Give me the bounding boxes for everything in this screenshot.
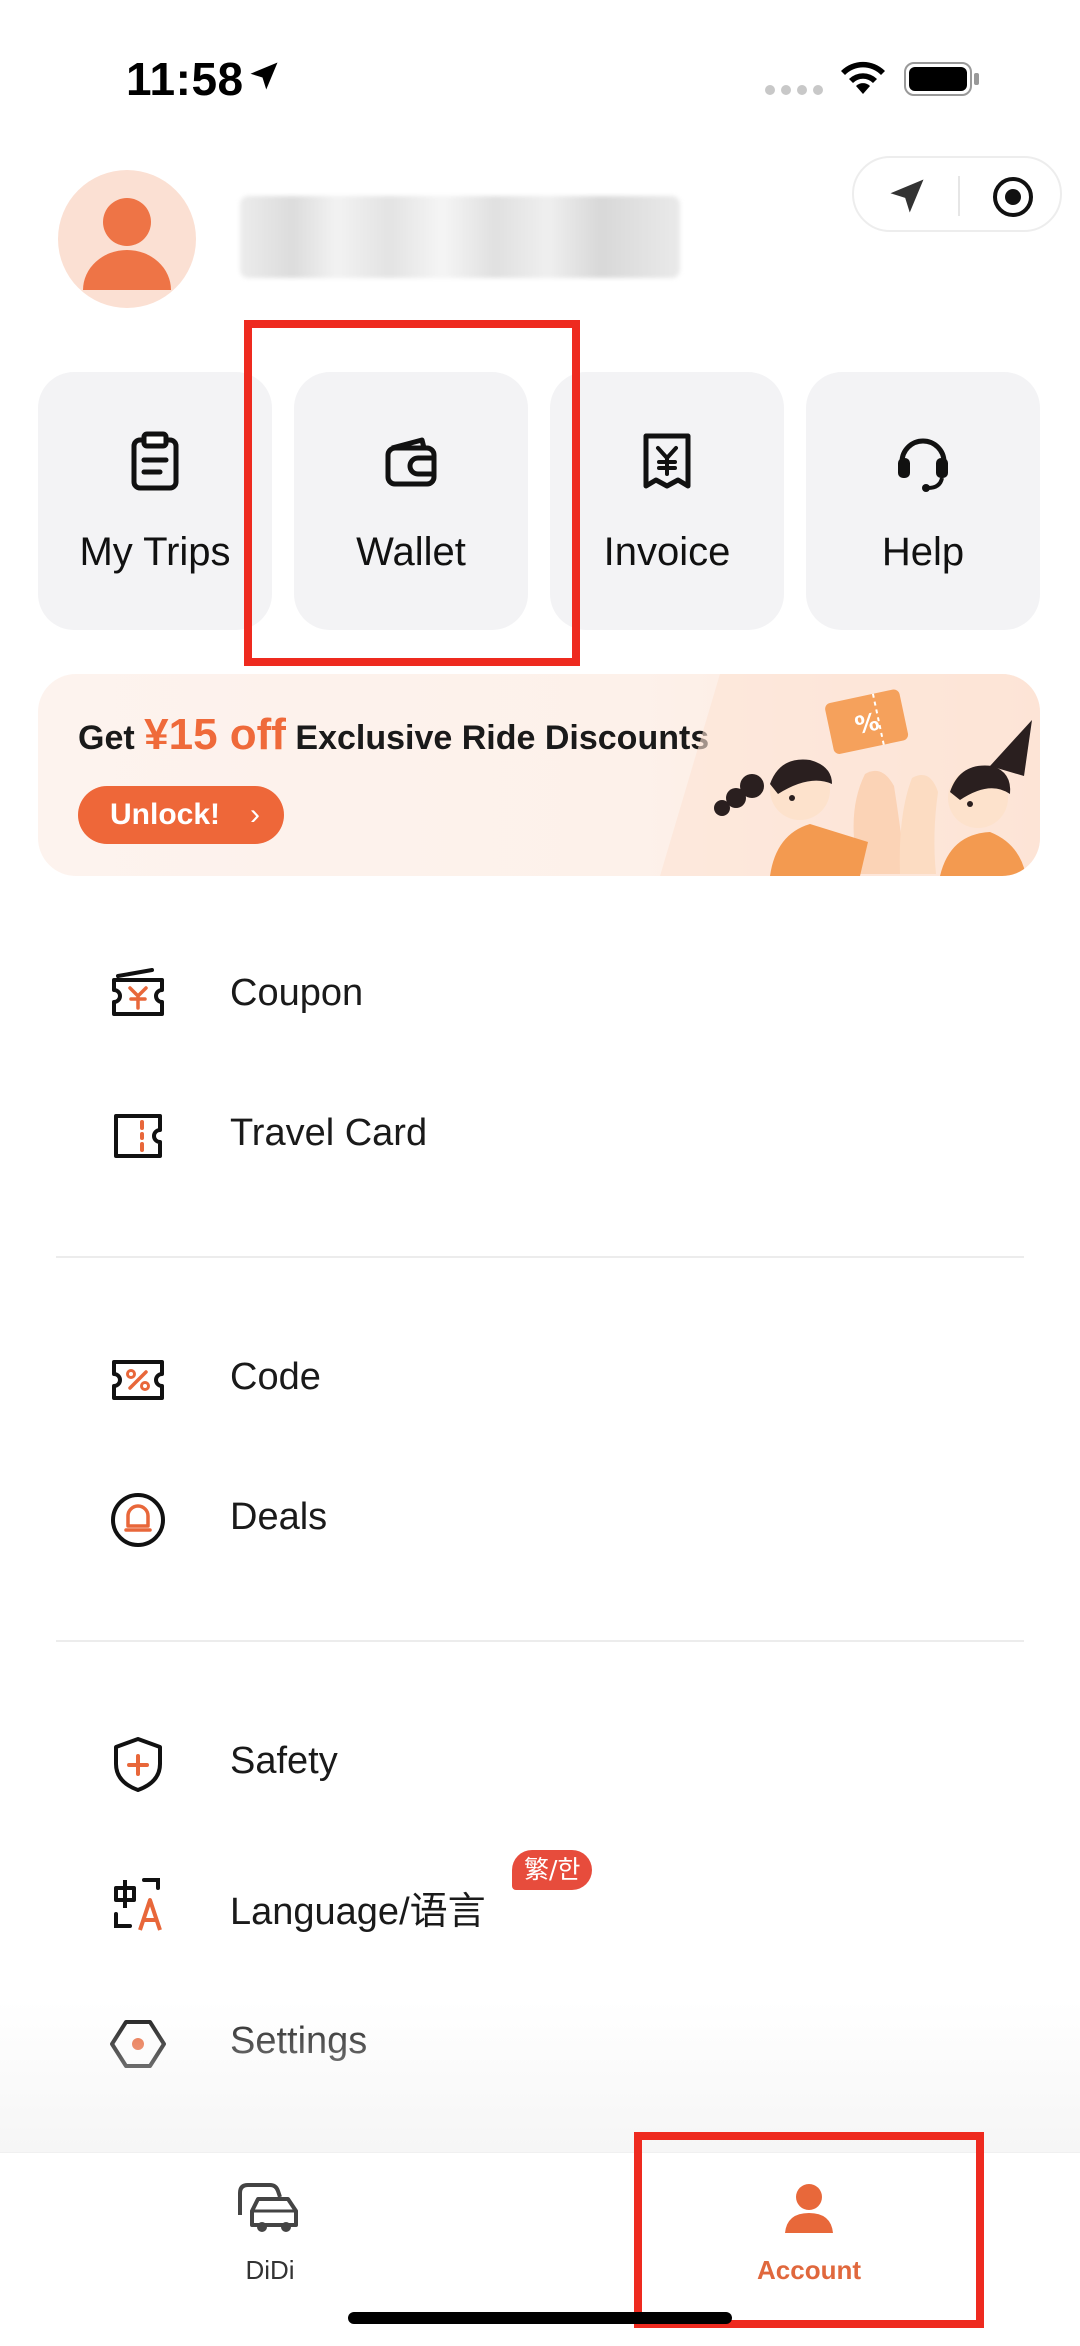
user-name-redacted[interactable]	[240, 196, 680, 278]
target-icon[interactable]	[990, 174, 1036, 220]
code-label: Code	[230, 1356, 321, 1398]
status-time: 11:58	[126, 53, 244, 105]
header-actions	[852, 156, 1062, 232]
menu-item-coupon[interactable]: Coupon	[0, 926, 1080, 1066]
divider	[56, 1640, 1024, 1642]
menu-item-code[interactable]: Code	[0, 1310, 1080, 1450]
deals-label: Deals	[230, 1496, 328, 1538]
person-icon	[785, 2184, 833, 2233]
help-label: Help	[881, 530, 965, 574]
unlock-button[interactable]: Unlock! ›	[78, 786, 284, 844]
menu-item-deals[interactable]: Deals	[0, 1450, 1080, 1590]
person-icon	[83, 198, 171, 290]
wallet-button[interactable]: Wallet	[294, 372, 528, 630]
battery-icon	[904, 62, 979, 96]
clipboard-icon	[131, 431, 179, 491]
travel-card-label: Travel Card	[230, 1112, 428, 1154]
wifi-icon	[841, 61, 885, 94]
navigation-arrow-icon[interactable]	[884, 174, 930, 218]
headset-icon	[898, 438, 948, 492]
unlock-label: Unlock!	[110, 798, 221, 831]
location-arrow-icon	[250, 62, 278, 90]
hexagon-settings-icon	[110, 2020, 166, 2068]
menu-item-safety[interactable]: Safety	[0, 1694, 1080, 1834]
receipt-yen-icon	[643, 433, 691, 489]
cars-icon	[238, 2183, 298, 2232]
settings-label: Settings	[230, 2020, 368, 2062]
high-five-illustration: %	[660, 674, 1040, 876]
banner-suffix: Exclusive Ride Discounts	[285, 719, 710, 757]
shield-plus-icon	[114, 1737, 162, 1792]
invoice-button[interactable]: Invoice	[550, 372, 784, 630]
safety-label: Safety	[230, 1740, 338, 1782]
tab-didi[interactable]: DiDi	[150, 2177, 390, 2297]
invoice-label: Invoice	[603, 530, 731, 574]
status-bar: 11:58	[0, 0, 1080, 160]
promo-banner[interactable]: Get ¥15 off Exclusive Ride Discounts Unl…	[38, 674, 1040, 876]
coupon-label: Coupon	[230, 972, 364, 1014]
banner-prefix: Get	[78, 719, 145, 757]
banner-discount: ¥15 off	[144, 710, 286, 759]
my-trips-button[interactable]: My Trips	[38, 372, 272, 630]
tab-account-label: Account	[757, 2255, 861, 2285]
avatar[interactable]	[58, 170, 196, 308]
language-icon	[114, 1878, 162, 1931]
percent-ticket-icon	[112, 1360, 164, 1400]
travel-card-icon	[114, 1114, 162, 1158]
help-button[interactable]: Help	[806, 372, 1040, 630]
tab-account[interactable]: Account	[689, 2177, 929, 2297]
language-label: Language/语言	[230, 1891, 486, 1933]
menu-item-travel-card[interactable]: Travel Card	[0, 1066, 1080, 1206]
deals-icon	[111, 1493, 165, 1547]
coupon-yen-icon	[112, 968, 164, 1016]
menu-item-settings[interactable]: Settings	[0, 1974, 1080, 2114]
divider	[56, 1256, 1024, 1258]
tab-didi-label: DiDi	[245, 2255, 295, 2285]
chevron-right-icon: ›	[250, 798, 260, 831]
wallet-label: Wallet	[356, 530, 466, 574]
cellular-signal-icon	[765, 85, 823, 95]
my-trips-label: My Trips	[79, 530, 231, 574]
language-badge: 繁/한	[512, 1850, 593, 1890]
divider	[958, 176, 960, 216]
banner-headline: Get ¥15 off Exclusive Ride Discounts	[78, 710, 709, 760]
home-indicator[interactable]	[348, 2312, 732, 2324]
wallet-icon	[385, 437, 437, 487]
